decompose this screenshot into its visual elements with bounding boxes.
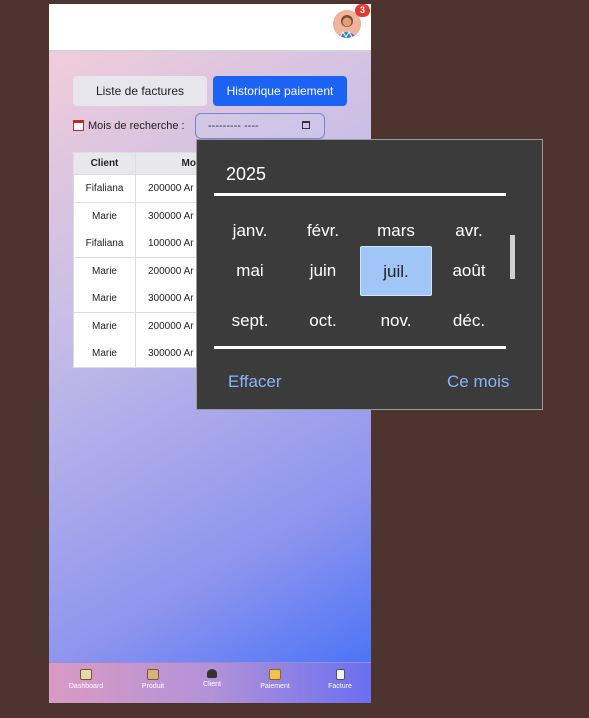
document-icon (335, 669, 345, 680)
tab-invoice-list[interactable]: Liste de factures (73, 76, 207, 106)
month-aout[interactable]: août (433, 246, 505, 296)
top-bar: 3 (49, 4, 371, 52)
calendar-picker-icon[interactable] (302, 121, 310, 129)
tab-payment-history[interactable]: Historique paiement (213, 76, 347, 106)
cell-client: Marie (74, 313, 136, 340)
chart-icon (80, 669, 92, 680)
month-oct[interactable]: oct. (287, 296, 359, 346)
notification-badge: 3 (355, 4, 370, 17)
month-juil-selected[interactable]: juil. (360, 246, 432, 296)
cell-client: Fifaliana (74, 175, 136, 202)
month-sept[interactable]: sept. (214, 296, 286, 346)
divider (214, 193, 506, 196)
month-scrollbar[interactable] (510, 235, 515, 279)
picker-year[interactable]: 2025 (226, 164, 266, 185)
card-icon (269, 669, 281, 680)
cell-client: Marie (74, 340, 136, 367)
nav-label-facture: Facture (328, 683, 352, 690)
month-juin[interactable]: juin (287, 246, 359, 296)
month-picker-popup: 2025 janv. févr. mars avr. mai juin juil… (196, 139, 543, 410)
nav-label-dashboard: Dashboard (68, 683, 104, 690)
month-nov[interactable]: nov. (360, 296, 432, 346)
nav-label-paiement: Paiement (260, 683, 290, 690)
clear-button[interactable]: Effacer (228, 372, 282, 392)
box-icon (147, 669, 159, 680)
nav-item-client[interactable]: Client (184, 669, 240, 688)
cell-client: Marie (74, 285, 136, 312)
cell-client: Marie (74, 203, 136, 230)
month-input-value: --------- ---- (208, 120, 259, 132)
cell-client: Fifaliana (74, 230, 136, 257)
nav-item-produit[interactable]: Produit (125, 669, 181, 690)
calendar-icon (73, 120, 84, 131)
users-icon (207, 669, 217, 678)
nav-label-produit: Produit (141, 683, 165, 690)
divider (214, 346, 506, 349)
nav-item-dashboard[interactable]: Dashboard (58, 669, 114, 690)
nav-item-facture[interactable]: Facture (312, 669, 368, 690)
cell-client: Marie (74, 258, 136, 285)
bottom-navigation: Dashboard Produit Client Paiement Factur… (49, 662, 371, 703)
month-dec[interactable]: déc. (433, 296, 505, 346)
this-month-button[interactable]: Ce mois (447, 372, 509, 392)
month-search-label: Mois de recherche : (73, 120, 185, 132)
column-header-client: Client (74, 153, 136, 174)
month-search-label-text: Mois de recherche : (88, 120, 185, 132)
month-mai[interactable]: mai (214, 246, 286, 296)
nav-label-client: Client (203, 681, 221, 688)
nav-item-paiement[interactable]: Paiement (247, 669, 303, 690)
month-input[interactable]: --------- ---- (195, 113, 325, 139)
